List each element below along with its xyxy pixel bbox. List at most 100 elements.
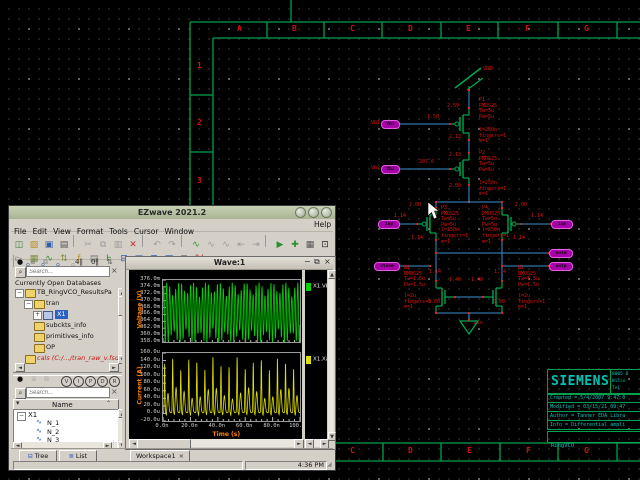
signal-search-clear-icon[interactable]: × [111, 387, 118, 396]
folder-icon [34, 322, 45, 331]
waveform-icon: ∿ [36, 418, 42, 426]
db-tree-item[interactable]: subckts_info [13, 321, 117, 331]
db-tree-item[interactable]: OP [13, 343, 117, 353]
filter-d-button[interactable]: D [97, 376, 108, 387]
maximize-button[interactable] [308, 207, 319, 218]
database-icon[interactable]: ● [17, 258, 23, 266]
title-block-row: Info = Differential ampli [547, 421, 640, 430]
plot-area[interactable]: 376.0m374.0m372.0m370.0m368.0m366.0m364.… [129, 270, 302, 439]
legend-panel[interactable]: X1.Vb2 X1.Xa1.P [305, 270, 327, 439]
legend-swatch [306, 356, 311, 364]
wave-window[interactable]: Wave:1 − ⧉ × 376.0m374.0m372.0m370.0m368… [125, 256, 336, 450]
resize-grip[interactable]: ◢ [327, 461, 332, 468]
list-view2-icon[interactable]: ≣ [31, 375, 37, 383]
y-axis-label: Current (A) [137, 356, 144, 416]
y-tick-label: 370.0m [129, 297, 160, 303]
trace-X1.Vb2 [163, 280, 300, 342]
db-tree-item[interactable]: primitives_info [13, 332, 117, 342]
analog-filter-icon[interactable]: 4‖ [75, 258, 83, 266]
legend-entry[interactable]: X1.Xa1.P [306, 349, 327, 368]
tab-label: Tree [35, 452, 49, 460]
header-dropdown-icon[interactable]: ▾ [16, 399, 20, 407]
folder-icon [34, 344, 45, 353]
legend-entry[interactable]: X1.Vb2 [306, 276, 327, 295]
x-tick-label: 0.0n [149, 423, 175, 429]
signal-search-button[interactable]: ⌕ [15, 388, 26, 399]
y-tick-label: 20.0u [129, 402, 160, 408]
port-Vb2[interactable]: Vb2 [381, 165, 400, 174]
port-vtune[interactable]: vtune [374, 262, 400, 271]
graph-1-box[interactable] [162, 279, 301, 343]
title-block-logo-row: SIEMENS 8005 BWilsoTel [547, 369, 640, 395]
chip-icon [43, 311, 53, 320]
collapse-all-icon[interactable]: ⌃ [106, 400, 111, 407]
graph-2-box[interactable] [162, 352, 301, 422]
search-input[interactable] [26, 266, 110, 277]
title-block-row: Author = Tanner EDA Libra [547, 412, 640, 421]
digital-filter-icon[interactable]: 0‖ [91, 258, 99, 266]
db-tree-hscroll-left-icon[interactable]: ◄ [15, 363, 25, 372]
duplicate2-icon[interactable]: ⧉ [44, 375, 49, 384]
db-tree-item[interactable]: cals (C:/…/tran_raw_v.fsdb [13, 354, 117, 364]
wave-minimize-icon[interactable]: − [304, 257, 311, 266]
menu-help[interactable]: Help [311, 219, 334, 231]
title-block-name-row: RingVCO [547, 431, 640, 443]
x-tick-label: 60.0n [231, 423, 257, 429]
minimize-button[interactable] [295, 207, 306, 218]
collapse-icon[interactable]: − [24, 300, 33, 309]
search-clear-icon[interactable]: × [111, 266, 118, 275]
wave-titlebar[interactable]: Wave:1 − ⧉ × [126, 257, 333, 270]
wave-title: Wave:1 [126, 257, 333, 269]
filter-v-button[interactable]: V [61, 376, 72, 387]
folder-icon [34, 300, 45, 309]
ezwave-window[interactable]: EZwave 2021.2 FileEditViewFormatToolsCur… [8, 205, 336, 471]
y-axis-label: Voltage (V) [137, 280, 144, 340]
search-button[interactable]: ⌕ [15, 267, 26, 278]
filter-r-button[interactable]: R [109, 376, 120, 387]
wave-vscrollbar[interactable]: ▲ ▼ [328, 270, 334, 439]
waveform-icon: ∿ [36, 427, 42, 435]
port-inm[interactable]: inm [551, 220, 573, 229]
tree-tab-icon: ⊟ [28, 453, 33, 460]
x-axis-label: Time (s) [213, 431, 241, 438]
panel-resize-grip[interactable]: ⋮⋮ [111, 440, 121, 446]
trace-X1.Xa1.P [163, 353, 300, 421]
legend-label: X1.Vb2 [313, 284, 327, 290]
folder-open-icon [25, 355, 36, 364]
title-block-row: Modified = 03/15/21 09:47 [547, 403, 640, 412]
db-tree-label: cals (C:/…/tran_raw_v.fsdb [37, 354, 122, 363]
window-titlebar[interactable]: EZwave 2021.2 [9, 206, 335, 219]
collapse-icon[interactable]: − [17, 412, 26, 421]
sort-icon[interactable]: ⇅ [107, 258, 113, 266]
legend-hscrollbar[interactable]: ◄ ► [305, 439, 327, 447]
signal-search-input[interactable] [26, 387, 110, 398]
list-view-icon[interactable]: ≣ [30, 258, 36, 266]
wave-close-icon[interactable]: × [324, 257, 331, 266]
db-tree-item[interactable]: −TB_RingVCO_ResultsPa [13, 288, 117, 298]
close-button[interactable] [321, 207, 332, 218]
y-tick-label: 374.0m [129, 283, 160, 289]
plot-hscrollbar[interactable]: ◄ ► [129, 439, 302, 447]
db-tree-item[interactable]: −tran [13, 299, 117, 309]
expand-icon[interactable]: + [33, 311, 42, 320]
y-tick-label: 100.0u [129, 372, 160, 378]
database2-icon[interactable]: ● [17, 375, 23, 383]
legend-label: X1.Xa1.P [313, 357, 327, 363]
wave-restore-icon[interactable]: ⧉ [314, 257, 320, 267]
db-tree-label: subckts_info [46, 321, 86, 330]
port-Vb1[interactable]: Vb1 [381, 120, 400, 129]
y-tick-label: 60.0u [129, 387, 160, 393]
db-tree-label: X1 [55, 310, 68, 319]
x-tick-label: 100.0n [286, 423, 302, 429]
port-outm[interactable]: outm [549, 249, 573, 258]
port-inp[interactable]: inp [378, 220, 400, 229]
collapse-icon[interactable]: − [15, 289, 24, 298]
filter-p-button[interactable]: P [85, 376, 96, 387]
workspace-tab-close-icon[interactable]: × [179, 452, 184, 460]
db-tree-item[interactable]: + X1 [13, 310, 117, 320]
y-tick-label: 140.0u [129, 357, 160, 363]
port-outp[interactable]: outp [549, 262, 573, 271]
filter-i-button[interactable]: I [73, 376, 84, 387]
legend-swatch [306, 283, 311, 291]
db-tree-hscroll-right-icon[interactable]: ► [109, 363, 119, 372]
